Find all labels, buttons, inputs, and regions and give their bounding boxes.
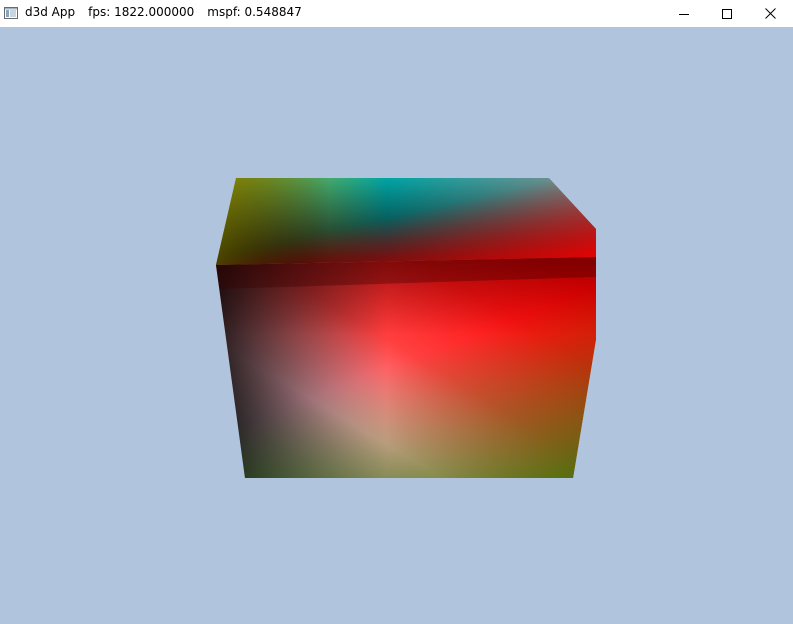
minimize-button[interactable] (661, 0, 707, 27)
maximize-icon (722, 8, 732, 19)
fps-readout: fps: 1822.000000 (88, 5, 195, 19)
close-icon (764, 8, 776, 19)
window-title: d3d App fps: 1822.000000 mspf: 0.548847 (25, 0, 315, 27)
mspf-readout: mspf: 0.548847 (207, 5, 302, 19)
cube-front-face (216, 257, 596, 478)
close-button[interactable] (747, 0, 793, 27)
maximize-button[interactable] (704, 0, 750, 27)
render-viewport[interactable] (0, 27, 793, 624)
cube-top-face (216, 178, 596, 265)
title-bar[interactable]: d3d App fps: 1822.000000 mspf: 0.548847 (0, 0, 793, 27)
minimize-icon (679, 13, 689, 15)
app-window: d3d App fps: 1822.000000 mspf: 0.548847 (0, 0, 793, 624)
app-name: d3d App (25, 5, 76, 19)
rendered-cube (216, 178, 596, 478)
app-window-icon (4, 7, 18, 19)
